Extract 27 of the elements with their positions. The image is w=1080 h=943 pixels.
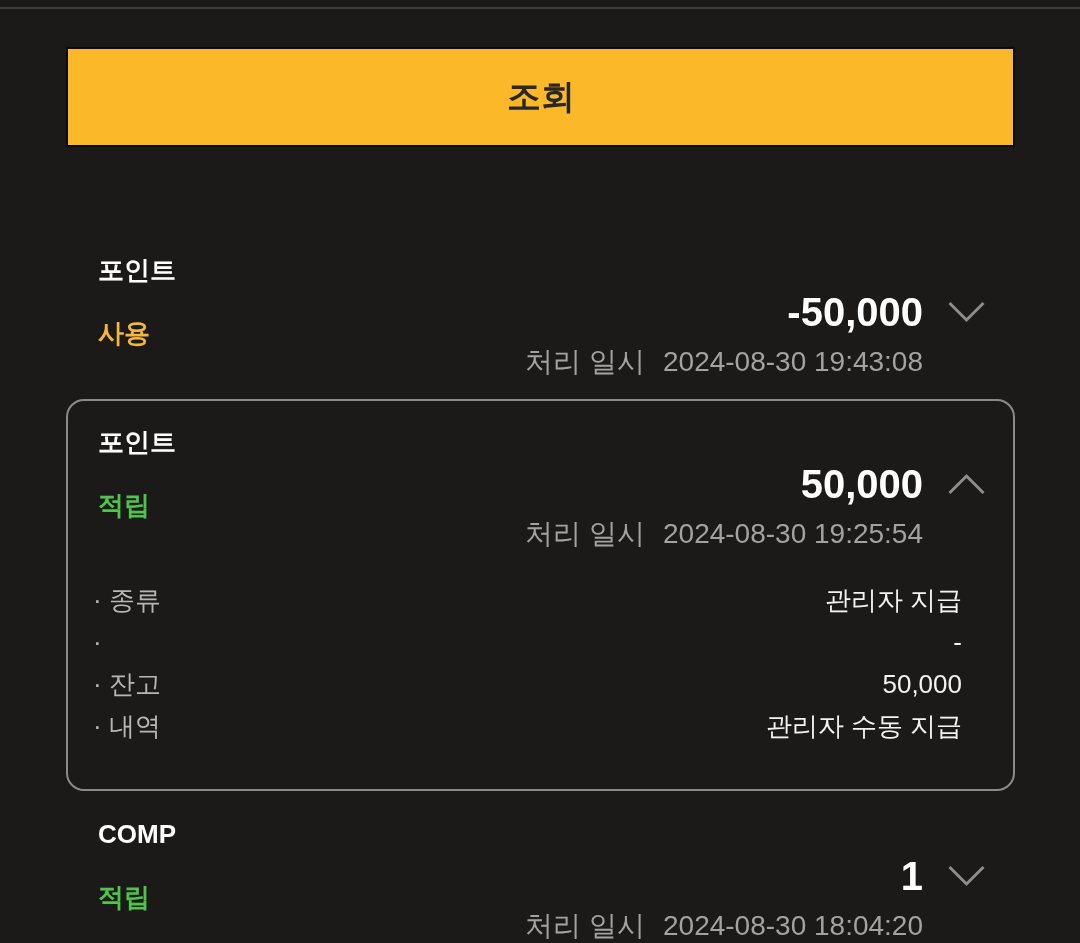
date-label: 처리 일시 — [525, 911, 645, 941]
chevron-up-icon[interactable] — [948, 473, 985, 495]
detail-label: · 내역 — [93, 710, 161, 743]
type-label: 적립 — [98, 489, 150, 522]
date-label: 처리 일시 — [525, 347, 645, 377]
category-label: 포인트 — [98, 426, 176, 459]
chevron-down-icon[interactable] — [948, 865, 985, 887]
detail-value: - — [953, 626, 962, 659]
detail-label: · — [93, 626, 102, 659]
search-button[interactable]: 조회 — [66, 47, 1015, 147]
category-label: 포인트 — [98, 254, 176, 287]
type-label: 적립 — [98, 881, 150, 914]
chevron-down-icon[interactable] — [948, 301, 985, 323]
date-value: 2024-08-30 18:04:20 — [663, 911, 923, 941]
date-value: 2024-08-30 19:25:54 — [663, 519, 923, 549]
detail-label: · 잔고 — [93, 668, 161, 701]
category-label: COMP — [98, 818, 176, 851]
detail-value: 관리자 지급 — [824, 584, 962, 617]
amount-text: -50,000 — [787, 289, 923, 335]
detail-value: 50,000 — [882, 668, 962, 701]
date-label: 처리 일시 — [525, 519, 645, 549]
type-label: 사용 — [98, 317, 150, 350]
amount-text: 1 — [900, 853, 923, 899]
detail-value: 관리자 수동 지급 — [765, 710, 962, 743]
detail-label: · 종류 — [93, 584, 161, 617]
amount-text: 50,000 — [800, 461, 923, 507]
date-value: 2024-08-30 19:43:08 — [663, 347, 923, 377]
